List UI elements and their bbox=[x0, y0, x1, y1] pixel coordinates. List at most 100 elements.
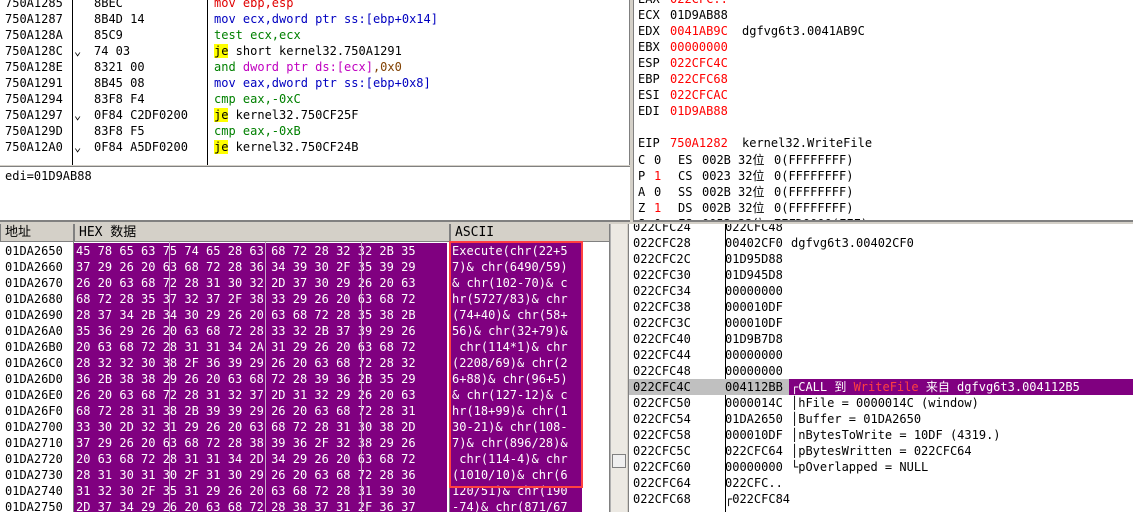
flag-row[interactable]: C 0 ES 002B 32位 0(FFFFFFFF) bbox=[638, 152, 1128, 168]
stack-address: 022CFC30 bbox=[633, 268, 691, 282]
flag-value: 1 bbox=[654, 201, 662, 215]
instruction-part: mov eax,dword ptr ss:[ebp+0x8] bbox=[214, 76, 431, 90]
stack-row[interactable]: 022CFC58 000010DF │nBytesToWrite = 10DF (4… bbox=[629, 427, 1133, 443]
stack-row[interactable]: 022CFC2C 01D95D88 bbox=[629, 251, 1133, 267]
dump-scrollbar[interactable] bbox=[610, 224, 627, 512]
dump-hex-bytes: 45 78 65 63 75 74 65 28 63 68 72 28 32 3… bbox=[74, 243, 447, 259]
stack-row[interactable]: 022CFC60 00000000 └pOverlapped = NULL bbox=[629, 459, 1133, 475]
dump-address: 01DA2710 bbox=[0, 435, 72, 451]
dump-row[interactable]: 01DA2750 2D 37 34 29 26 20 63 68 72 28 38… bbox=[0, 499, 609, 512]
dump-hex-bytes: 35 36 29 26 20 63 68 72 28 33 32 2B 37 3… bbox=[74, 323, 447, 339]
disasm-instruction: cmp eax,-0xC bbox=[214, 91, 301, 107]
disasm-address: 750A1285 bbox=[5, 0, 63, 10]
disasm-row[interactable]: 750A128A 85C9 test ecx,ecx bbox=[0, 27, 629, 43]
segment-selector: 0023 bbox=[702, 169, 731, 183]
dump-hex-bytes: 28 32 32 30 38 2F 36 39 29 26 20 63 68 7… bbox=[74, 355, 447, 371]
disasm-row[interactable]: 750A1297 ⌄ 0F84 C2DF0200 je kernel32.750CF2… bbox=[0, 107, 629, 123]
dump-header-ascii[interactable]: ASCII bbox=[450, 224, 609, 242]
dump-hex-bytes: 26 20 63 68 72 28 31 32 37 2D 31 32 29 2… bbox=[74, 387, 447, 403]
stack-value: 00000000 bbox=[725, 460, 783, 474]
disasm-row[interactable]: 750A1287 8B4D 14 mov ecx,dword ptr ss:[ebp… bbox=[0, 11, 629, 27]
dump-hex-bytes: 31 32 30 2F 35 31 29 26 20 63 68 72 28 3… bbox=[74, 483, 447, 499]
dump-hex-bytes: 37 29 26 20 63 68 72 28 38 39 36 2F 32 3… bbox=[74, 435, 447, 451]
stack-row[interactable]: 022CFC68 ┌022CFC84 bbox=[629, 491, 1133, 507]
stack-row[interactable]: 022CFC3C 000010DF bbox=[629, 315, 1133, 331]
stack-row[interactable]: 022CFC38 000010DF bbox=[629, 299, 1133, 315]
stack-row[interactable]: 022CFC50 0000014C │hFile = 0000014C (windo… bbox=[629, 395, 1133, 411]
stack-row[interactable]: 022CFC64 022CFC.. bbox=[629, 475, 1133, 491]
scrollbar-thumb[interactable] bbox=[612, 454, 626, 468]
stack-row[interactable]: 022CFC5C 022CFC64 │pBytesWritten = 022CFC6… bbox=[629, 443, 1133, 459]
disasm-bytes: 8321 00 bbox=[94, 60, 145, 74]
stack-address: 022CFC40 bbox=[633, 332, 691, 346]
disasm-row[interactable]: 750A1291 8B45 08 mov eax,dword ptr ss:[ebp… bbox=[0, 75, 629, 91]
stack-address: 022CFC4C bbox=[629, 379, 725, 395]
register-row[interactable]: EBP 022CFC68 bbox=[638, 71, 1128, 87]
register-row[interactable]: EDX 0041AB9C dgfvg6t3.0041AB9C bbox=[638, 23, 1128, 39]
stack-row[interactable]: 022CFC30 01D945D8 bbox=[629, 267, 1133, 283]
dump-address: 01DA2670 bbox=[0, 275, 72, 291]
stack-row[interactable]: 022CFC48 00000000 bbox=[629, 363, 1133, 379]
stack-value: 01D9B7D8 bbox=[725, 332, 783, 346]
dump-hex-bytes: 20 63 68 72 28 31 31 34 2D 34 29 26 20 6… bbox=[74, 451, 447, 467]
flag-row[interactable]: P 1 CS 0023 32位 0(FFFFFFFF) bbox=[638, 168, 1128, 184]
jump-marker: ⌄ bbox=[74, 140, 82, 154]
disasm-row[interactable]: 750A1294 83F8 F4 cmp eax,-0xC bbox=[0, 91, 629, 107]
flag-row[interactable]: A 0 SS 002B 32位 0(FFFFFFFF) bbox=[638, 184, 1128, 200]
register-name: EAX bbox=[638, 0, 660, 7]
disasm-row[interactable]: 750A129D 83F8 F5 cmp eax,-0xB bbox=[0, 123, 629, 139]
stack-row[interactable]: 022CFC44 00000000 bbox=[629, 347, 1133, 363]
stack-value: 01D95D88 bbox=[725, 252, 783, 266]
disasm-instruction: je kernel32.750CF24B bbox=[214, 139, 359, 155]
register-row[interactable]: ESP 022CFC4C bbox=[638, 55, 1128, 71]
stack-pane[interactable]: 022CFC24 022CFC48 022CFC28 00402CF0 dgfvg6t3… bbox=[628, 224, 1133, 512]
instruction-part: ,0x0 bbox=[372, 60, 402, 74]
segment-name: CS bbox=[678, 169, 693, 183]
register-row[interactable]: EIP 750A1282 kernel32.WriteFile bbox=[638, 135, 1128, 151]
segment-selector: 002B bbox=[702, 153, 731, 167]
disasm-row[interactable]: 750A12A0 ⌄ 0F84 A5DF0200 je kernel32.750CF2… bbox=[0, 139, 629, 155]
register-row[interactable]: EAX 022CFC.. bbox=[638, 0, 1128, 7]
register-row[interactable] bbox=[638, 119, 1128, 135]
register-name: ESP bbox=[638, 56, 660, 70]
instruction-part: cmp eax,-0xC bbox=[214, 92, 301, 106]
stack-value: 004112BB bbox=[725, 379, 789, 395]
dump-hex-bytes: 28 31 30 31 30 2F 31 30 29 26 20 63 68 7… bbox=[74, 467, 447, 483]
dump-ascii-text: -74)& chr(871/67 bbox=[450, 499, 582, 512]
disasm-address: 750A1297 bbox=[5, 108, 63, 122]
memory-dump-pane[interactable]: 地址 HEX 数据 ASCII 01DA2650 45 78 65 63 75 7… bbox=[0, 224, 610, 512]
instruction-part: kernel32.750CF25F bbox=[228, 108, 359, 122]
dump-hex-bytes: 33 30 2D 32 31 29 26 20 63 68 72 28 31 3… bbox=[74, 419, 447, 435]
register-row[interactable]: ECX 01D9AB88 bbox=[638, 7, 1128, 23]
disasm-row[interactable]: 750A128E 8321 00 and dword ptr ds:[ecx],0x… bbox=[0, 59, 629, 75]
register-row[interactable]: EBX 00000000 bbox=[638, 39, 1128, 55]
stack-address: 022CFC68 bbox=[633, 492, 691, 506]
disasm-bytes: 8B4D 14 bbox=[94, 12, 145, 26]
registers-pane[interactable]: EAX 022CFC.. ECX 01D9AB88 EDX 0041AB9C dgfvg6t… bbox=[633, 0, 1133, 222]
stack-address: 022CFC3C bbox=[633, 316, 691, 330]
register-row[interactable]: EDI 01D9AB88 bbox=[638, 103, 1128, 119]
disassembly-pane[interactable]: 750A1285 8BEC mov ebp,esp 750A1287 8B4D 14 mo… bbox=[0, 0, 630, 165]
stack-row[interactable]: 022CFC4C 004112BB ┌CALL 到 WriteFile 来自 dgf… bbox=[629, 379, 1133, 395]
stack-comment: └pOverlapped = NULL bbox=[791, 460, 929, 474]
stack-row[interactable]: 022CFC40 01D9B7D8 bbox=[629, 331, 1133, 347]
flag-row[interactable]: S 0 FS 0053 32位 7EFD0000(FFF) bbox=[638, 216, 1128, 220]
flag-row[interactable]: Z 1 DS 002B 32位 0(FFFFFFFF) bbox=[638, 200, 1128, 216]
register-row[interactable]: ESI 022CFCAC bbox=[638, 87, 1128, 103]
dump-header-address[interactable]: 地址 bbox=[0, 224, 74, 242]
stack-row[interactable]: 022CFC24 022CFC48 bbox=[629, 224, 1133, 235]
stack-row[interactable]: 022CFC34 00000000 bbox=[629, 283, 1133, 299]
disasm-row[interactable]: 750A1285 8BEC mov ebp,esp bbox=[0, 0, 629, 11]
stack-row[interactable]: 022CFC28 00402CF0 dgfvg6t3.00402CF0 bbox=[629, 235, 1133, 251]
dump-address: 01DA2750 bbox=[0, 499, 72, 512]
flag-value: 0 bbox=[654, 185, 662, 199]
stack-row[interactable]: 022CFC54 01DA2650 │Buffer = 01DA2650 bbox=[629, 411, 1133, 427]
stack-address: 022CFC54 bbox=[633, 412, 691, 426]
dump-header-hex[interactable]: HEX 数据 bbox=[74, 224, 450, 242]
stack-comment: │Buffer = 01DA2650 bbox=[791, 412, 922, 426]
disasm-address: 750A1294 bbox=[5, 92, 63, 106]
stack-comment: ┌CALL 到 WriteFile 来自 dgfvg6t3.004112B5 bbox=[789, 379, 1133, 395]
disasm-row[interactable]: 750A128C ⌄ 74 03 je short kernel32.750A1291 bbox=[0, 43, 629, 59]
dump-hex-bytes: 2D 37 34 29 26 20 63 68 72 28 38 37 31 2… bbox=[74, 499, 447, 512]
instruction-part: kernel32.750CF24B bbox=[228, 140, 359, 154]
